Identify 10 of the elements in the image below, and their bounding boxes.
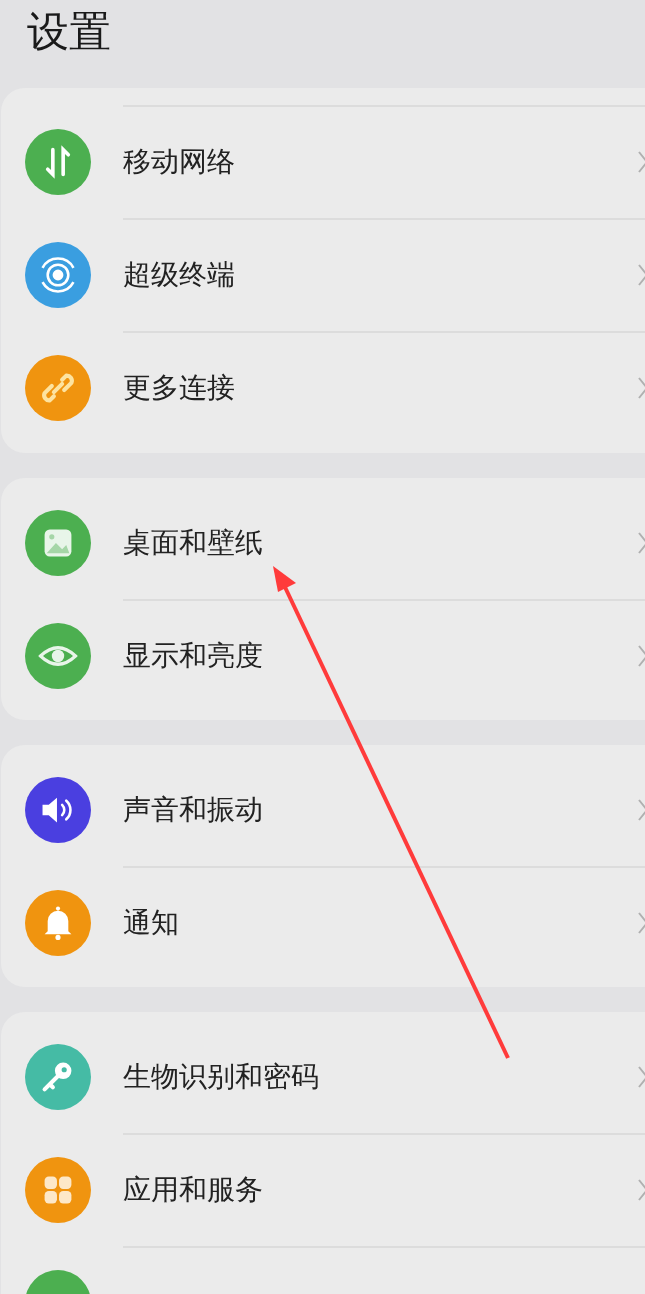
settings-item[interactable]: 声音和振动	[123, 788, 263, 831]
settings-item[interactable]: 移动网络	[123, 140, 235, 183]
settings-item[interactable]: 应用和服务	[123, 1168, 263, 1211]
settings-item[interactable]: 桌面和壁纸	[123, 521, 263, 564]
settings-item[interactable]: 通知	[123, 901, 179, 944]
settings-item[interactable]: 更多连接	[123, 366, 235, 409]
page-title: 设置	[27, 7, 111, 56]
settings-item[interactable]: 显示和亮度	[123, 634, 263, 677]
settings-item[interactable]: 生物识别和密码	[123, 1055, 319, 1098]
settings-item[interactable]: 超级终端	[123, 253, 235, 296]
